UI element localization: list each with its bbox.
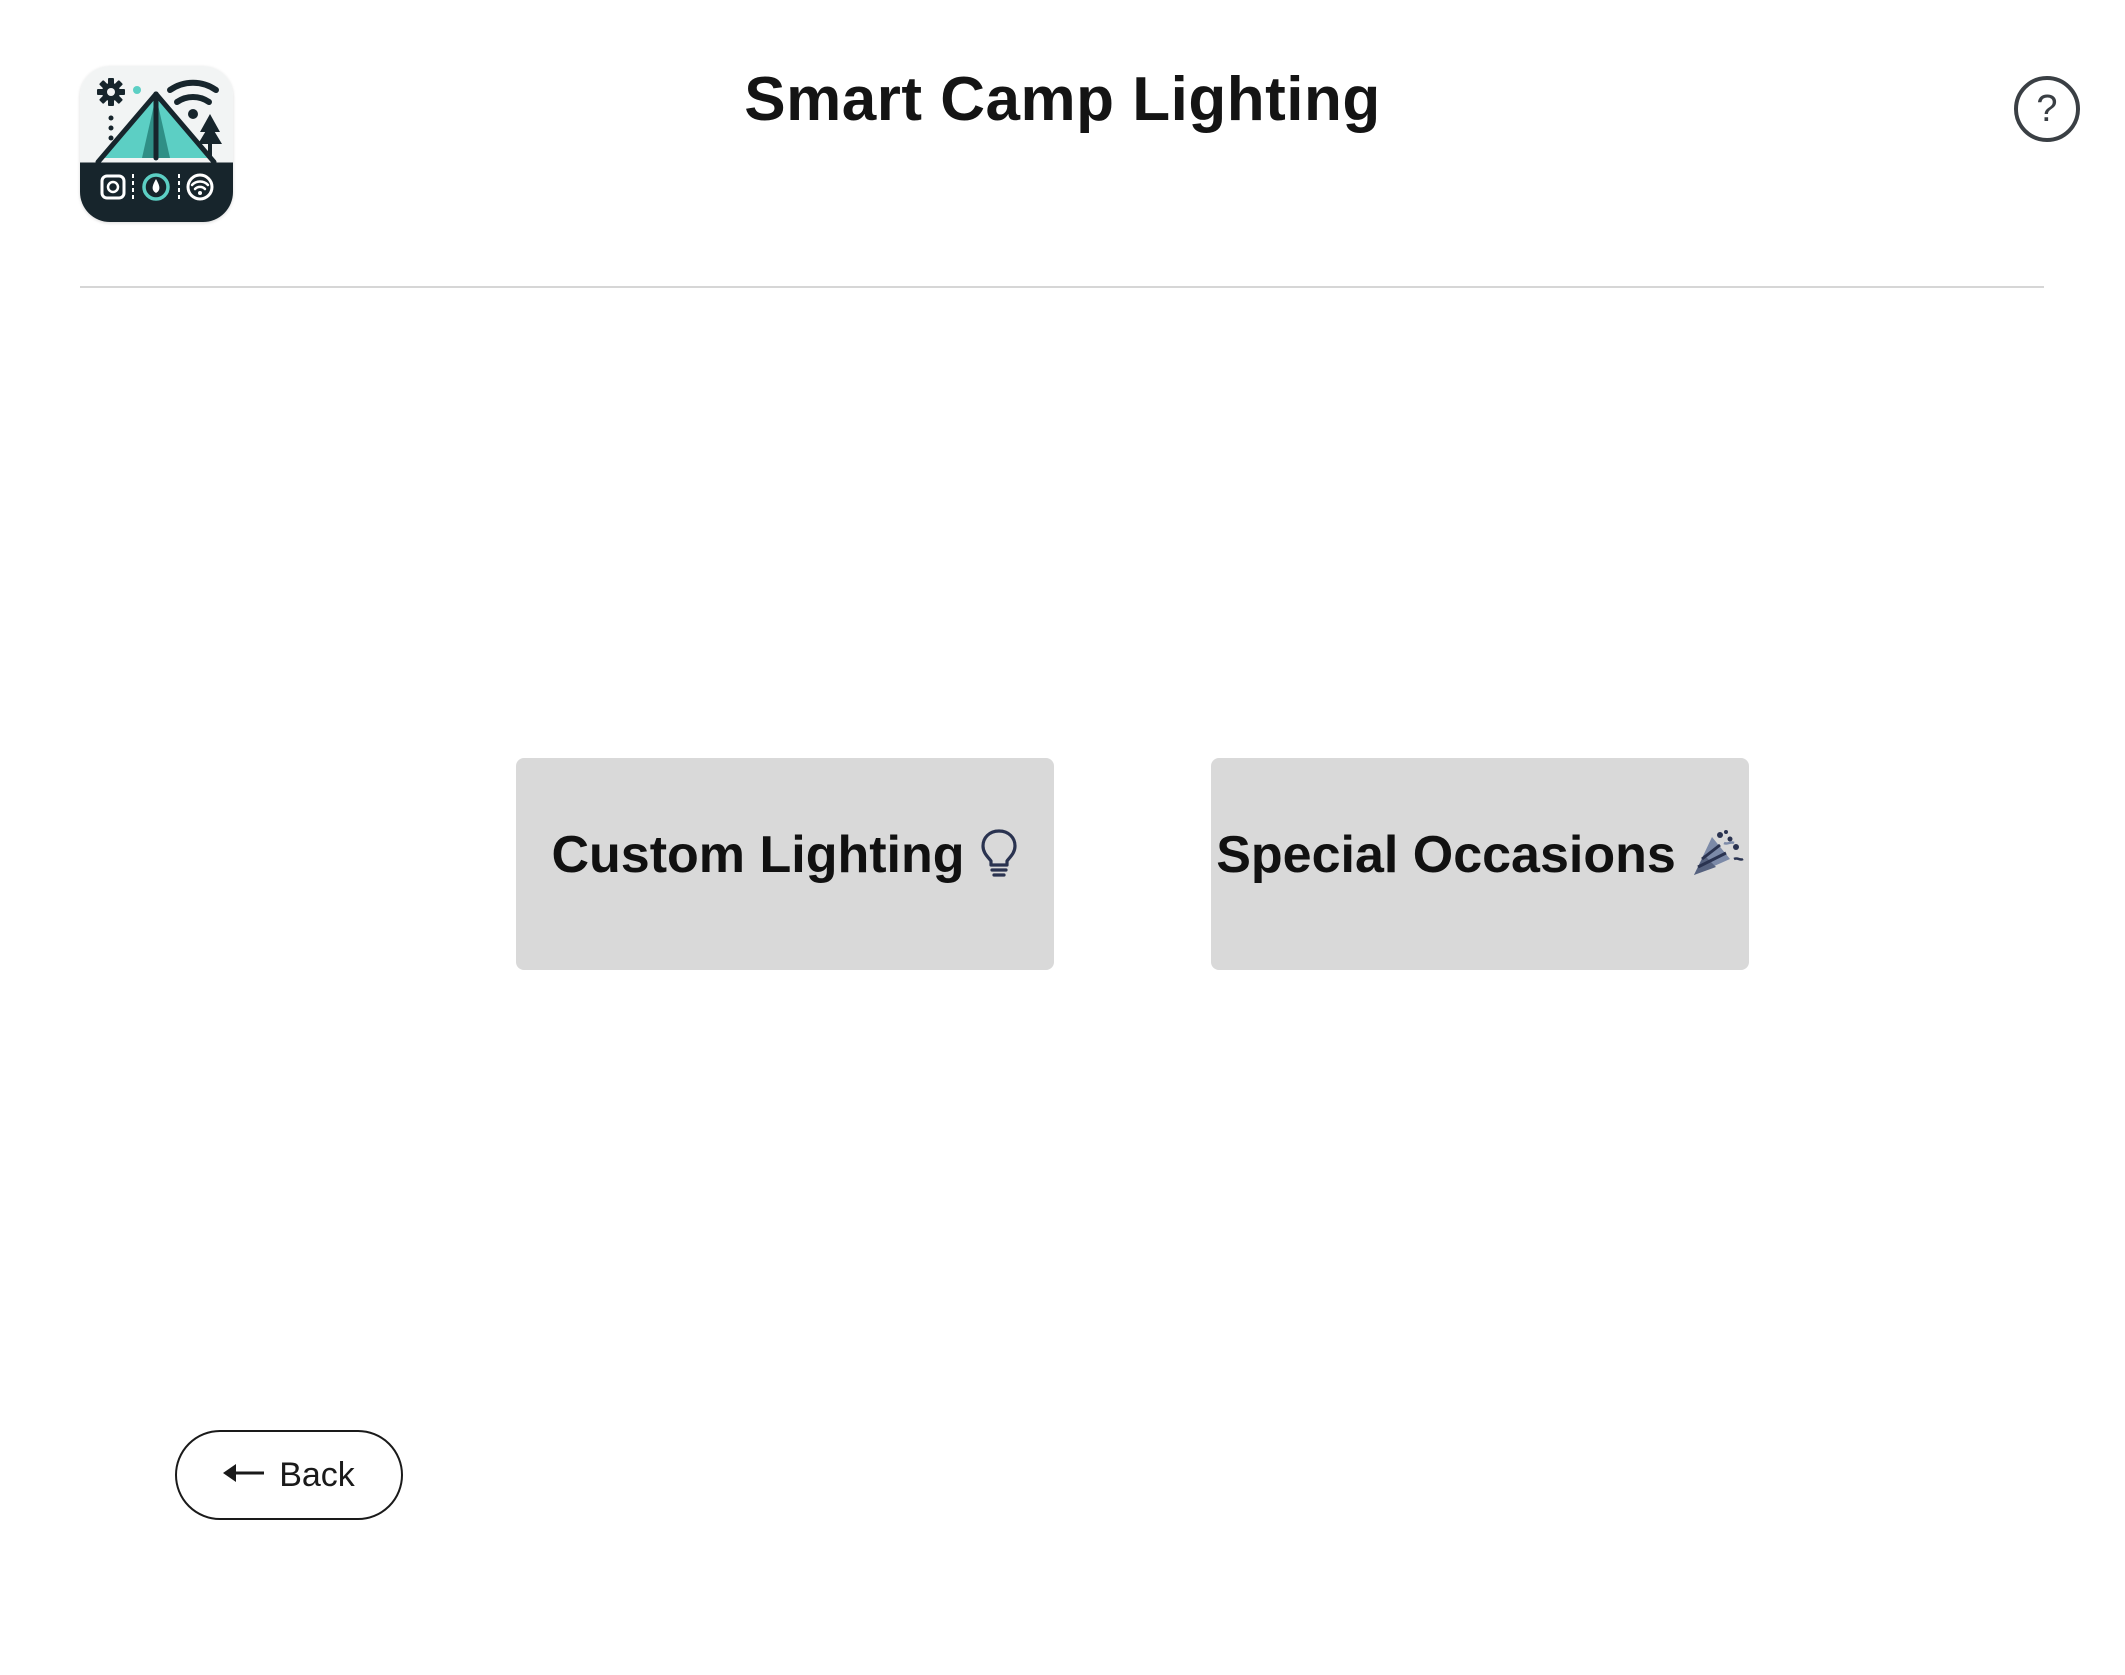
- back-button[interactable]: Back: [175, 1430, 403, 1520]
- party-popper-icon: [1690, 829, 1744, 882]
- custom-lighting-label: Custom Lighting: [551, 826, 965, 884]
- back-label: Back: [279, 1455, 355, 1494]
- app-screen: Smart Camp Lighting ? Custom Lighting Sp…: [0, 0, 2125, 1675]
- header-divider: [80, 286, 2044, 288]
- help-icon: ?: [2036, 87, 2058, 130]
- arrow-left-icon: [223, 1462, 265, 1489]
- custom-lighting-button[interactable]: Custom Lighting: [516, 758, 1054, 970]
- lightbulb-icon: [979, 828, 1019, 883]
- help-button[interactable]: ?: [2014, 76, 2080, 142]
- special-occasions-label: Special Occasions: [1216, 826, 1676, 884]
- page-title: Smart Camp Lighting: [744, 65, 1381, 134]
- special-occasions-button[interactable]: Special Occasions: [1211, 758, 1749, 970]
